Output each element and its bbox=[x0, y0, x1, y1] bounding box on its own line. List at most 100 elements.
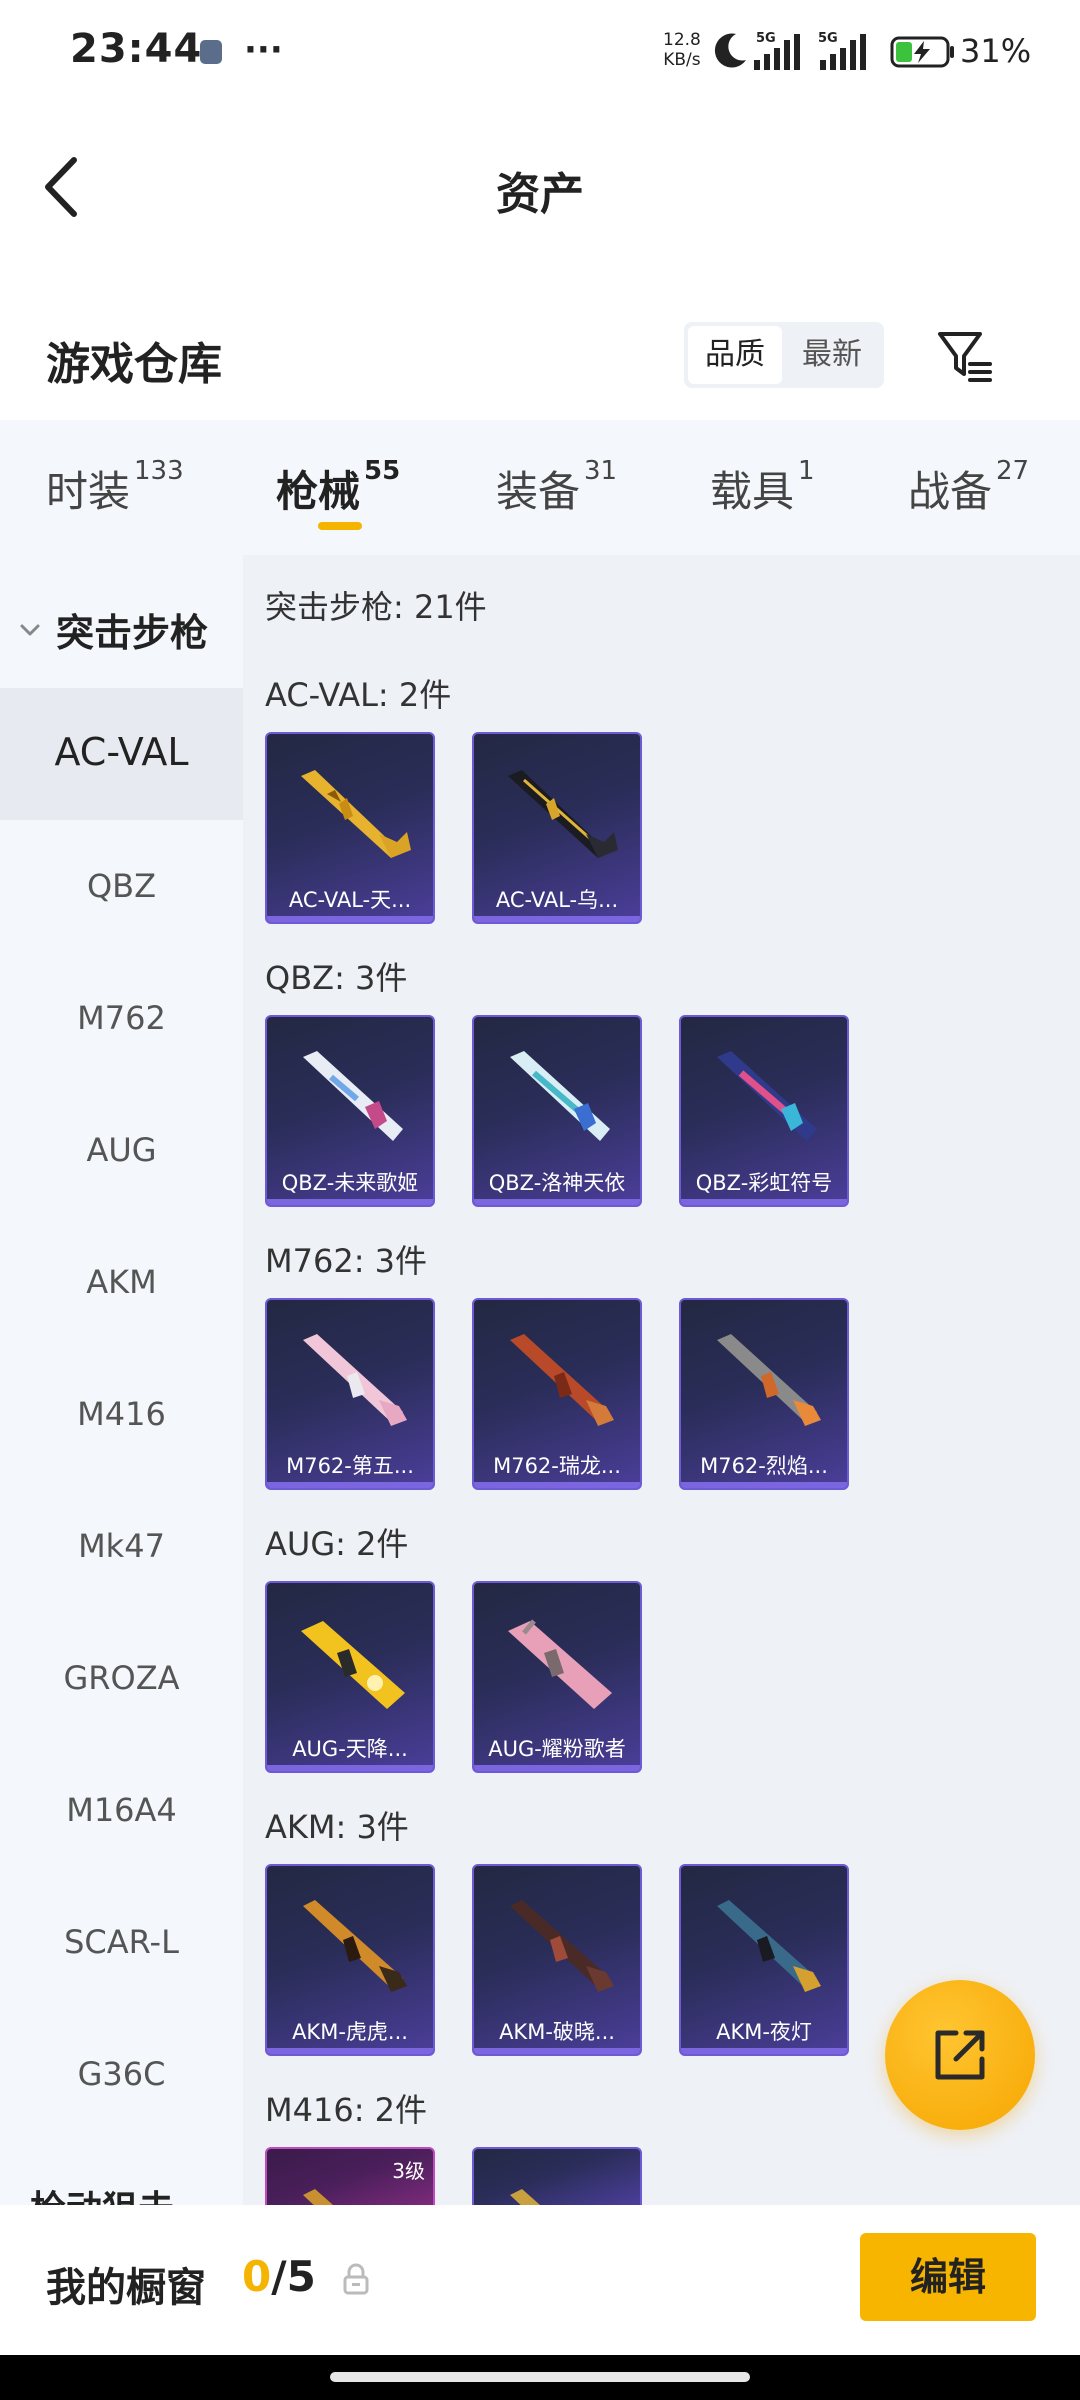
skin-name: AC-VAL-天... bbox=[288, 888, 412, 912]
chevron-down-icon bbox=[20, 624, 40, 636]
tab-count: 31 bbox=[584, 456, 618, 486]
tab-vehicles[interactable]: 载具 1 bbox=[710, 456, 815, 519]
skin-card[interactable]: AKM-虎虎... bbox=[265, 1864, 435, 2056]
tab-label: 战备 bbox=[908, 467, 993, 516]
signal-icon: 5G bbox=[754, 31, 800, 70]
status-more-icon: ··· bbox=[244, 30, 283, 70]
tab-label: 装备 bbox=[496, 467, 581, 516]
section-title: AKM: 3件 bbox=[265, 1808, 409, 1846]
sort-toggle: 品质 最新 bbox=[684, 322, 884, 388]
skin-card[interactable]: AC-VAL-天... bbox=[265, 732, 435, 924]
signal-2-label: 5G bbox=[818, 31, 838, 46]
sidebar-item-groza[interactable]: GROZA bbox=[0, 1659, 243, 1697]
share-icon bbox=[935, 2030, 985, 2080]
sidebar-item-akm[interactable]: AKM bbox=[0, 1263, 243, 1301]
gun-image-icon bbox=[303, 1900, 407, 1992]
tab-fashion[interactable]: 时装 133 bbox=[46, 456, 184, 519]
category-summary: 突击步枪: 21件 bbox=[265, 588, 487, 626]
section-title: M762: 3件 bbox=[265, 1242, 428, 1280]
network-speed: 12.8 KB/s bbox=[663, 30, 701, 70]
skin-name: QBZ-未来歌姬 bbox=[281, 1171, 419, 1195]
notification-app-icon bbox=[200, 40, 222, 64]
showcase-current: 0 bbox=[242, 2252, 272, 2301]
skin-name: AKM-夜灯 bbox=[716, 2020, 812, 2044]
showcase-total: /5 bbox=[271, 2252, 316, 2301]
sort-newest-button[interactable]: 最新 bbox=[784, 326, 880, 384]
filter-icon[interactable] bbox=[934, 322, 994, 388]
skin-card[interactable]: 3级 bbox=[265, 2147, 435, 2205]
gun-image-icon bbox=[510, 2189, 541, 2205]
quality-bar bbox=[474, 2048, 640, 2054]
gun-image-icon bbox=[510, 1051, 610, 1141]
sidebar-item-m416[interactable]: M416 bbox=[0, 1395, 243, 1433]
sidebar-item-m762[interactable]: M762 bbox=[0, 999, 243, 1037]
skin-card[interactable]: AC-VAL-乌... bbox=[472, 732, 642, 924]
skin-card[interactable]: M762-烈焰... bbox=[679, 1298, 849, 1490]
quality-bar bbox=[474, 1765, 640, 1771]
warehouse-title: 游戏仓库 bbox=[46, 339, 222, 390]
showcase-label: 我的橱窗 bbox=[46, 2265, 206, 2311]
quality-bar bbox=[681, 1199, 847, 1205]
skin-card[interactable]: AUG-耀粉歌者 bbox=[472, 1581, 642, 1773]
sidebar-item-aug[interactable]: AUG bbox=[0, 1131, 243, 1169]
tab-equipment[interactable]: 装备 31 bbox=[496, 456, 618, 519]
skin-card[interactable]: AKM-破晓... bbox=[472, 1864, 642, 2056]
gun-image-icon bbox=[301, 1621, 405, 1709]
section-title: QBZ: 3件 bbox=[265, 959, 408, 997]
sidebar-group-label: 突击步枪 bbox=[56, 611, 209, 655]
skin-name: AC-VAL-乌... bbox=[495, 888, 619, 912]
gun-image-icon bbox=[510, 1334, 614, 1426]
skin-card[interactable]: AKM-夜灯 bbox=[679, 1864, 849, 2056]
tab-firearms[interactable]: 枪械 55 bbox=[276, 456, 400, 519]
sidebar-group-assault-rifles[interactable]: 突击步枪 bbox=[0, 568, 243, 688]
skin-name: AUG-天降... bbox=[292, 1737, 408, 1761]
tab-label: 枪械 bbox=[276, 467, 361, 516]
tab-count: 1 bbox=[798, 456, 815, 486]
sidebar-item-ac-val[interactable]: AC-VAL bbox=[0, 730, 243, 774]
page-title: 资产 bbox=[496, 169, 584, 220]
skin-card[interactable]: M762-第五... bbox=[265, 1298, 435, 1490]
quality-bar bbox=[681, 2048, 847, 2054]
quality-bar bbox=[267, 2048, 433, 2054]
battery-percent: 31% bbox=[960, 32, 1032, 70]
skin-name: M762-烈焰... bbox=[700, 1454, 828, 1478]
battery-charging-icon bbox=[890, 36, 954, 68]
sidebar-item-m16a4[interactable]: M16A4 bbox=[0, 1791, 243, 1829]
tab-supplies[interactable]: 战备 27 bbox=[908, 456, 1030, 519]
skin-card[interactable]: QBZ-彩虹符号 bbox=[679, 1015, 849, 1207]
share-button[interactable] bbox=[885, 1980, 1035, 2130]
edit-button[interactable]: 编辑 bbox=[860, 2233, 1036, 2321]
sidebar-item-qbz[interactable]: QBZ bbox=[0, 867, 243, 905]
network-speed-value: 12.8 bbox=[663, 30, 701, 50]
skin-card[interactable]: QBZ-洛神天依 bbox=[472, 1015, 642, 1207]
skin-card[interactable]: QBZ-未来歌姬 bbox=[265, 1015, 435, 1207]
quality-bar bbox=[474, 1199, 640, 1205]
sidebar-item-scar-l[interactable]: SCAR-L bbox=[0, 1923, 243, 1961]
quality-bar bbox=[267, 1199, 433, 1205]
sort-quality-button[interactable]: 品质 bbox=[688, 326, 782, 384]
skin-name: M762-第五... bbox=[286, 1454, 414, 1478]
showcase-count: 0/5 bbox=[242, 2252, 316, 2301]
skin-card[interactable] bbox=[472, 2147, 642, 2205]
skin-name: AKM-破晓... bbox=[499, 2020, 615, 2044]
gun-image-icon bbox=[717, 1900, 821, 1992]
gun-image-icon bbox=[717, 1051, 817, 1141]
skin-card[interactable]: M762-瑞龙... bbox=[472, 1298, 642, 1490]
tab-count: 133 bbox=[134, 456, 184, 486]
quality-bar bbox=[681, 1482, 847, 1488]
skin-name: QBZ-彩虹符号 bbox=[695, 1171, 833, 1195]
sidebar-item-g36c[interactable]: G36C bbox=[0, 2055, 243, 2093]
gun-image-icon bbox=[510, 1900, 614, 1992]
section-title: AC-VAL: 2件 bbox=[265, 676, 452, 714]
section-title: AUG: 2件 bbox=[265, 1525, 409, 1563]
gun-image-icon bbox=[303, 1051, 403, 1141]
home-indicator[interactable] bbox=[330, 2372, 750, 2382]
skin-card[interactable]: AUG-天降... bbox=[265, 1581, 435, 1773]
tab-count: 27 bbox=[996, 456, 1030, 486]
active-tab-indicator bbox=[318, 522, 362, 530]
network-speed-unit: KB/s bbox=[663, 50, 701, 70]
sidebar-item-mk47[interactable]: Mk47 bbox=[0, 1527, 243, 1565]
skin-name: M762-瑞龙... bbox=[493, 1454, 621, 1478]
gun-image-icon bbox=[717, 1334, 821, 1426]
do-not-disturb-moon-icon bbox=[714, 33, 746, 68]
